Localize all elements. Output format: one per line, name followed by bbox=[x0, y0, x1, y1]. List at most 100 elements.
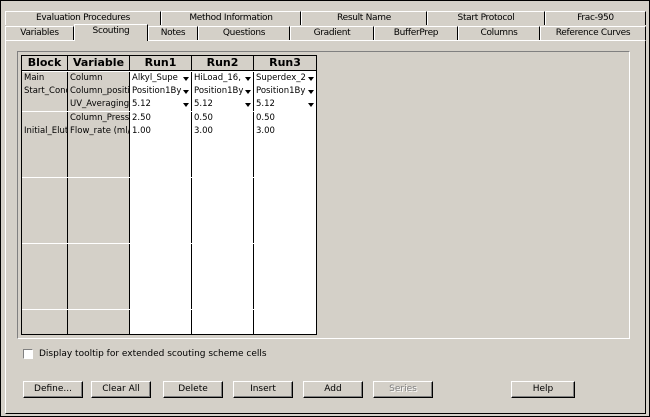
help-button[interactable]: Help bbox=[511, 381, 575, 398]
cell-run2[interactable] bbox=[192, 190, 254, 204]
cell-run1[interactable] bbox=[130, 138, 192, 151]
cell-run1[interactable] bbox=[130, 217, 192, 231]
grid-row-empty[interactable] bbox=[22, 217, 316, 231]
cell-run1[interactable] bbox=[130, 309, 192, 323]
cell-run2[interactable] bbox=[192, 256, 254, 270]
tooltip-checkbox[interactable] bbox=[23, 349, 33, 359]
cell-run3[interactable]: Superdex_2 bbox=[254, 72, 316, 85]
cell-run1[interactable] bbox=[130, 243, 192, 257]
cell-run2[interactable] bbox=[192, 309, 254, 323]
tab-questions[interactable]: Questions bbox=[198, 26, 290, 40]
grid-row[interactable]: Column_Pressu 2.50 0.50 0.50 bbox=[22, 111, 316, 125]
cell-run3[interactable] bbox=[254, 309, 316, 323]
cell-run1[interactable]: Alkyl_Supe bbox=[130, 72, 192, 85]
grid-row-empty[interactable] bbox=[22, 204, 316, 217]
cell-run1[interactable] bbox=[130, 256, 192, 270]
grid-row-empty[interactable] bbox=[22, 283, 316, 297]
cell-run2[interactable]: Position1By bbox=[192, 85, 254, 99]
cell-run2[interactable] bbox=[192, 217, 254, 231]
cell-run2[interactable] bbox=[192, 151, 254, 165]
grid-row[interactable]: Main Column Alkyl_Supe HiLoad_16, Superdex_2 bbox=[22, 72, 316, 85]
tab-scouting[interactable]: Scouting bbox=[74, 24, 148, 41]
cell-run3[interactable]: 3.00 bbox=[254, 124, 316, 138]
clear-all-button[interactable]: Clear All bbox=[91, 381, 151, 398]
tab-variables[interactable]: Variables bbox=[5, 26, 74, 40]
grid-row-empty[interactable] bbox=[22, 151, 316, 165]
tab-bufferprep[interactable]: BufferPrep bbox=[374, 26, 458, 40]
cell-run1[interactable] bbox=[130, 190, 192, 204]
cell-run2[interactable] bbox=[192, 296, 254, 310]
grid-row[interactable]: Start_Cond Column_positio Position1By Posit… bbox=[22, 85, 316, 99]
grid-row-empty[interactable] bbox=[22, 138, 316, 151]
cell-run1[interactable]: 5.12 bbox=[130, 98, 192, 112]
tab-start-protocol[interactable]: Start Protocol bbox=[427, 11, 545, 25]
cell-run3[interactable] bbox=[254, 164, 316, 178]
grid-row-empty[interactable] bbox=[22, 309, 316, 323]
cell-run1[interactable] bbox=[130, 177, 192, 191]
dropdown-arrow-icon[interactable] bbox=[244, 87, 252, 96]
cell-run3[interactable] bbox=[254, 283, 316, 297]
cell-run1[interactable] bbox=[130, 164, 192, 178]
cell-run1[interactable] bbox=[130, 270, 192, 283]
dropdown-arrow-icon[interactable] bbox=[307, 74, 315, 83]
cell-run3[interactable]: Position1By bbox=[254, 85, 316, 99]
cell-run2[interactable] bbox=[192, 138, 254, 151]
insert-button[interactable]: Insert bbox=[233, 381, 293, 398]
cell-run2[interactable]: HiLoad_16, bbox=[192, 72, 254, 85]
grid-row-empty[interactable] bbox=[22, 243, 316, 257]
cell-run3[interactable] bbox=[254, 322, 316, 334]
grid-row-empty[interactable] bbox=[22, 164, 316, 178]
grid-row-empty[interactable] bbox=[22, 190, 316, 204]
cell-run2[interactable] bbox=[192, 177, 254, 191]
cell-run1[interactable] bbox=[130, 322, 192, 334]
cell-run2[interactable] bbox=[192, 164, 254, 178]
cell-run3[interactable] bbox=[254, 296, 316, 310]
cell-run1[interactable]: 2.50 bbox=[130, 111, 192, 125]
cell-run2[interactable]: 5.12 bbox=[192, 98, 254, 112]
add-button[interactable]: Add bbox=[303, 381, 363, 398]
cell-run3[interactable] bbox=[254, 177, 316, 191]
scouting-grid[interactable]: Block Variable Run1 Run2 Run3 Main Column… bbox=[21, 55, 317, 335]
grid-row[interactable]: UV_Averaging 5.12 5.12 5.12 bbox=[22, 98, 316, 112]
tab-frac-950[interactable]: Frac-950 bbox=[545, 11, 646, 25]
cell-run2[interactable] bbox=[192, 204, 254, 217]
cell-run1[interactable] bbox=[130, 230, 192, 244]
cell-run3[interactable] bbox=[254, 243, 316, 257]
tab-evaluation-procedures[interactable]: Evaluation Procedures bbox=[5, 11, 161, 25]
cell-run1[interactable] bbox=[130, 296, 192, 310]
cell-run1[interactable]: Position1By bbox=[130, 85, 192, 99]
grid-row[interactable]: Initial_Eluti Flow_rate (ml/1.00 3.00 3.00 bbox=[22, 124, 316, 138]
cell-run2[interactable] bbox=[192, 270, 254, 283]
cell-run1[interactable] bbox=[130, 283, 192, 297]
grid-row-empty[interactable] bbox=[22, 230, 316, 244]
cell-run2[interactable]: 0.50 bbox=[192, 111, 254, 125]
cell-run3[interactable] bbox=[254, 217, 316, 231]
tab-notes[interactable]: Notes bbox=[148, 26, 198, 40]
cell-run2[interactable] bbox=[192, 283, 254, 297]
dropdown-arrow-icon[interactable] bbox=[182, 100, 190, 109]
cell-run3[interactable]: 5.12 bbox=[254, 98, 316, 112]
cell-run3[interactable] bbox=[254, 204, 316, 217]
dropdown-arrow-icon[interactable] bbox=[182, 74, 190, 83]
dropdown-arrow-icon[interactable] bbox=[244, 100, 252, 109]
cell-run2[interactable] bbox=[192, 322, 254, 334]
dropdown-arrow-icon[interactable] bbox=[307, 100, 315, 109]
tab-result-name[interactable]: Result Name bbox=[301, 11, 427, 25]
grid-row-empty[interactable] bbox=[22, 177, 316, 191]
cell-run2[interactable] bbox=[192, 243, 254, 257]
grid-row-empty[interactable] bbox=[22, 270, 316, 283]
tab-method-information[interactable]: Method Information bbox=[161, 11, 301, 25]
grid-row-empty[interactable] bbox=[22, 322, 316, 334]
tab-reference-curves[interactable]: Reference Curves bbox=[540, 26, 646, 40]
cell-run1[interactable] bbox=[130, 204, 192, 217]
dropdown-arrow-icon[interactable] bbox=[182, 87, 190, 96]
tab-gradient[interactable]: Gradient bbox=[290, 26, 374, 40]
cell-run2[interactable] bbox=[192, 230, 254, 244]
cell-run2[interactable]: 3.00 bbox=[192, 124, 254, 138]
cell-run1[interactable] bbox=[130, 151, 192, 165]
cell-run3[interactable] bbox=[254, 151, 316, 165]
cell-run3[interactable] bbox=[254, 256, 316, 270]
cell-run3[interactable] bbox=[254, 270, 316, 283]
cell-run3[interactable] bbox=[254, 138, 316, 151]
cell-run1[interactable]: 1.00 bbox=[130, 124, 192, 138]
